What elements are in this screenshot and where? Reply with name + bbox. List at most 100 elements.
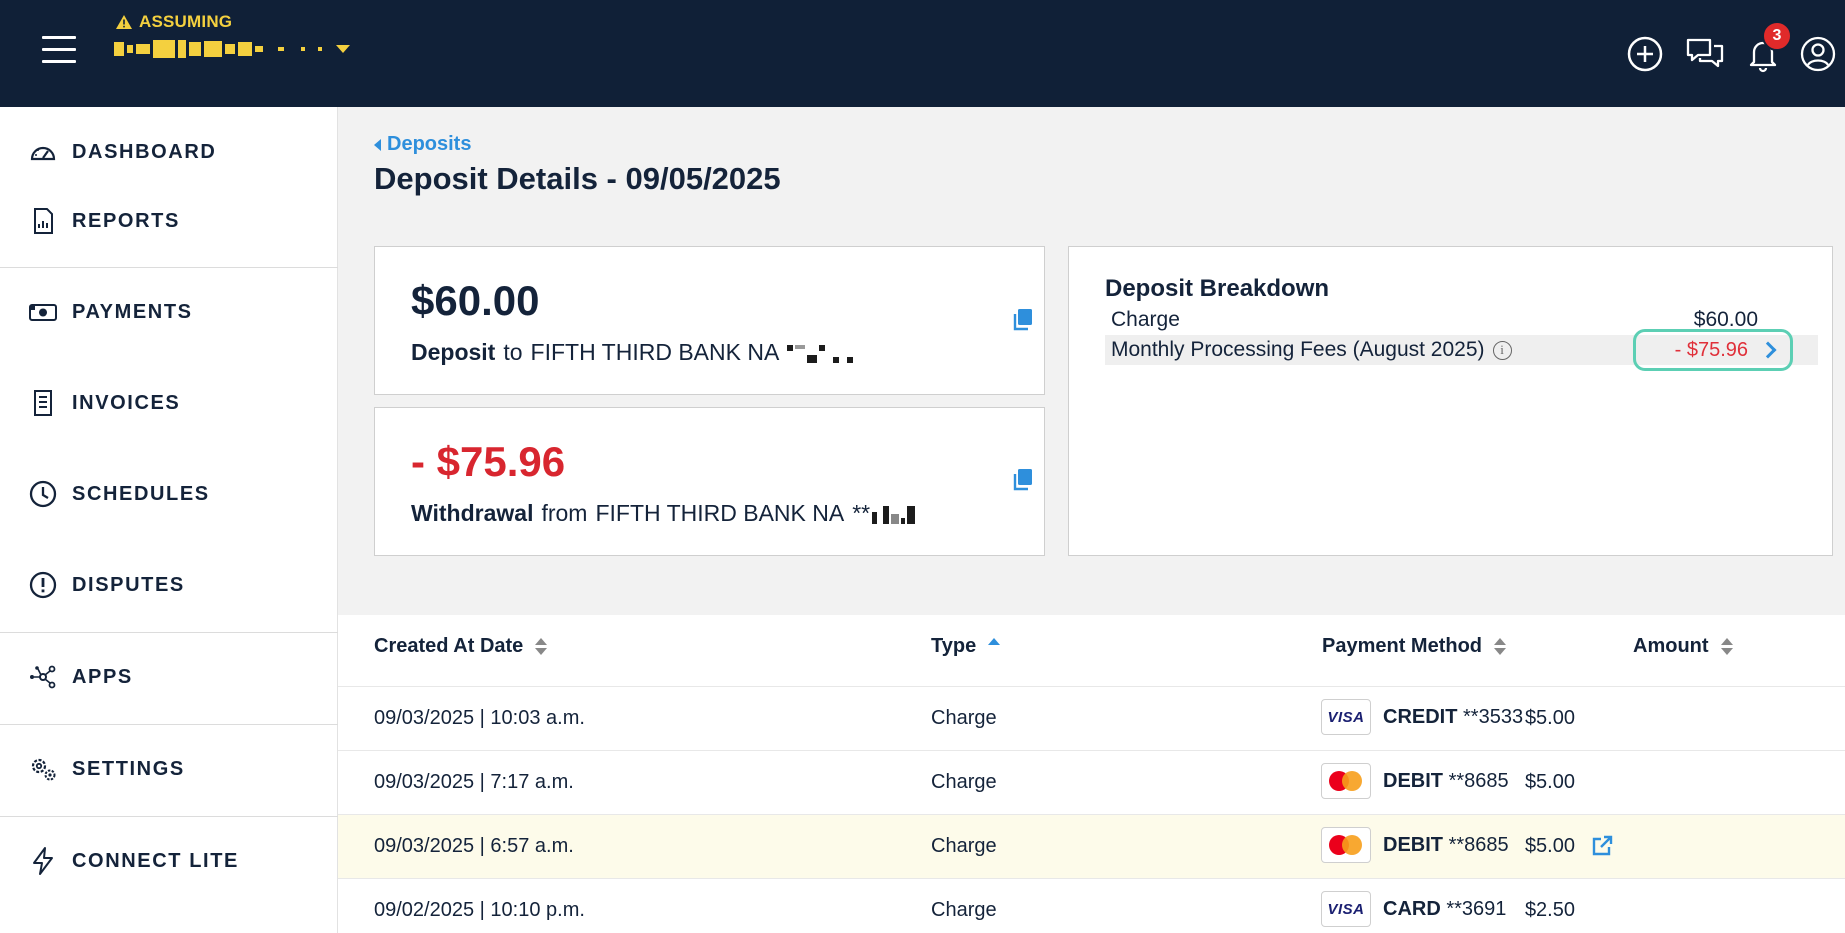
row-amount: $2.50 [1524,899,1575,921]
copy-icon[interactable] [1012,308,1034,332]
account-switcher[interactable] [114,40,350,58]
chat-icon[interactable] [1685,35,1725,73]
transactions-table: Created At Date Type Payment Method Amou… [338,615,1845,933]
withdrawal-type-label: Withdrawal [411,500,534,526]
redacted-account-number [787,343,854,363]
withdrawal-description: Withdrawal from FIFTH THIRD BANK NA ** [411,500,916,527]
page-title: Deposit Details - 09/05/2025 [374,161,781,196]
sort-icon [1494,638,1507,655]
column-header-amount[interactable]: Amount [1633,635,1733,658]
sidebar-item-label: DISPUTES [72,573,185,596]
row-amount: $5.00 [1524,835,1575,857]
bolt-icon [33,847,53,875]
notification-badge: 3 [1762,21,1792,51]
breakdown-title: Deposit Breakdown [1105,275,1330,302]
external-link-icon[interactable] [1590,834,1614,858]
row-date: 09/03/2025 | 6:57 a.m. [374,835,574,857]
payment-method-type: CREDIT [1383,705,1458,728]
sidebar-item-label: INVOICES [72,391,181,414]
row-payment-method: DEBIT **8685 [1321,763,1509,799]
deposit-bank: FIFTH THIRD BANK NA [530,339,780,365]
column-header-created-at-date[interactable]: Created At Date [374,635,548,658]
table-row[interactable]: 09/03/2025 | 10:03 a.m. Charge VISA CRED… [338,686,1845,750]
visa-icon: VISA [1321,699,1371,735]
table-row[interactable]: 09/03/2025 | 6:57 a.m. Charge DEBIT **86… [338,814,1845,878]
breadcrumb-label: Deposits [387,133,472,155]
row-payment-method: DEBIT **8685 [1321,827,1509,863]
sidebar-item-label: SETTINGS [72,757,185,780]
sidebar-item-label: PAYMENTS [72,300,193,323]
gears-icon [31,758,56,781]
nav-divider [0,632,338,633]
row-date: 09/02/2025 | 10:10 p.m. [374,899,585,921]
column-header-label: Type [931,635,977,657]
sidebar-item-label: REPORTS [72,209,180,232]
monthly-fees-link[interactable]: - $75.96 [1633,329,1793,371]
add-icon[interactable] [1626,35,1664,73]
sidebar-item-label: SCHEDULES [72,482,210,505]
column-header-payment-method[interactable]: Payment Method [1322,635,1507,658]
nav-divider [0,724,338,725]
table-row[interactable]: 09/03/2025 | 7:17 a.m. Charge DEBIT **86… [338,750,1845,814]
chevron-right-icon [1759,341,1777,359]
column-header-label: Payment Method [1322,635,1483,657]
copy-icon[interactable] [1012,468,1034,492]
row-type: Charge [931,771,997,793]
cash-icon [29,304,57,321]
menu-icon[interactable] [42,36,76,66]
sidebar-item-reports[interactable]: REPORTS [28,206,180,236]
row-payment-method: VISA CARD **3691 [1321,891,1506,927]
warning-icon [116,15,132,29]
mastercard-icon [1321,827,1371,863]
sort-icon [535,638,548,655]
sidebar-item-label: CONNECT LITE [72,849,239,872]
chevron-left-icon [374,138,381,151]
row-type: Charge [931,899,997,921]
withdrawal-direction: from [541,500,588,526]
sidebar-item-label: DASHBOARD [72,140,217,163]
deposit-card: $60.00 Deposit to FIFTH THIRD BANK NA [374,246,1045,395]
assuming-label: ASSUMING [139,12,233,31]
mastercard-icon [1321,763,1371,799]
sidebar-item-dashboard[interactable]: DASHBOARD [28,137,216,167]
nav-divider [0,816,338,817]
sidebar-item-apps[interactable]: APPS [28,662,133,692]
clock-icon [29,480,57,508]
breakdown-value: - $75.96 [1674,338,1748,361]
breakdown-label: Charge [1111,308,1180,331]
withdrawal-card: - $75.96 Withdrawal from FIFTH THIRD BAN… [374,407,1045,556]
account-icon[interactable] [1799,35,1837,73]
info-icon[interactable]: i [1492,340,1512,360]
deposit-breakdown-card: Deposit Breakdown Charge $60.00 Monthly … [1068,246,1833,556]
row-payment-method: VISA CREDIT **3533 [1321,699,1523,735]
breakdown-label: Monthly Processing Fees (August 2025) [1111,338,1485,361]
sidebar-item-connect-lite[interactable]: CONNECT LITE [28,846,239,876]
withdrawal-amount: - $75.96 [411,438,566,485]
sidebar-item-disputes[interactable]: DISPUTES [28,570,185,600]
report-icon [34,208,53,234]
table-row[interactable]: 09/02/2025 | 10:10 p.m. Charge VISA CARD… [338,878,1845,933]
deposit-direction: to [503,339,523,365]
sidebar-item-invoices[interactable]: INVOICES [28,388,180,418]
withdrawal-mask-prefix: ** [852,500,871,526]
gauge-icon [30,146,56,161]
row-amount: $5.00 [1524,707,1575,729]
row-type: Charge [931,707,997,729]
assuming-indicator: ASSUMING [115,12,232,32]
sidebar-item-settings[interactable]: SETTINGS [28,754,185,784]
column-header-type[interactable]: Type [931,635,1001,658]
sidebar-item-label: APPS [72,665,133,688]
withdrawal-bank: FIFTH THIRD BANK NA [595,500,845,526]
payment-method-type: CARD [1383,897,1441,920]
nav-divider [0,267,338,268]
sidebar-item-payments[interactable]: PAYMENTS [28,297,193,327]
row-date: 09/03/2025 | 10:03 a.m. [374,707,585,729]
top-bar: ASSUMING 3 [0,0,1845,107]
deposit-type-label: Deposit [411,339,496,365]
breadcrumb-deposits-link[interactable]: Deposits [374,133,471,156]
invoice-icon [34,390,52,416]
deposit-description: Deposit to FIFTH THIRD BANK NA [411,339,854,366]
sort-ascending-icon [988,638,1001,645]
visa-icon: VISA [1321,891,1371,927]
sidebar-item-schedules[interactable]: SCHEDULES [28,479,210,509]
